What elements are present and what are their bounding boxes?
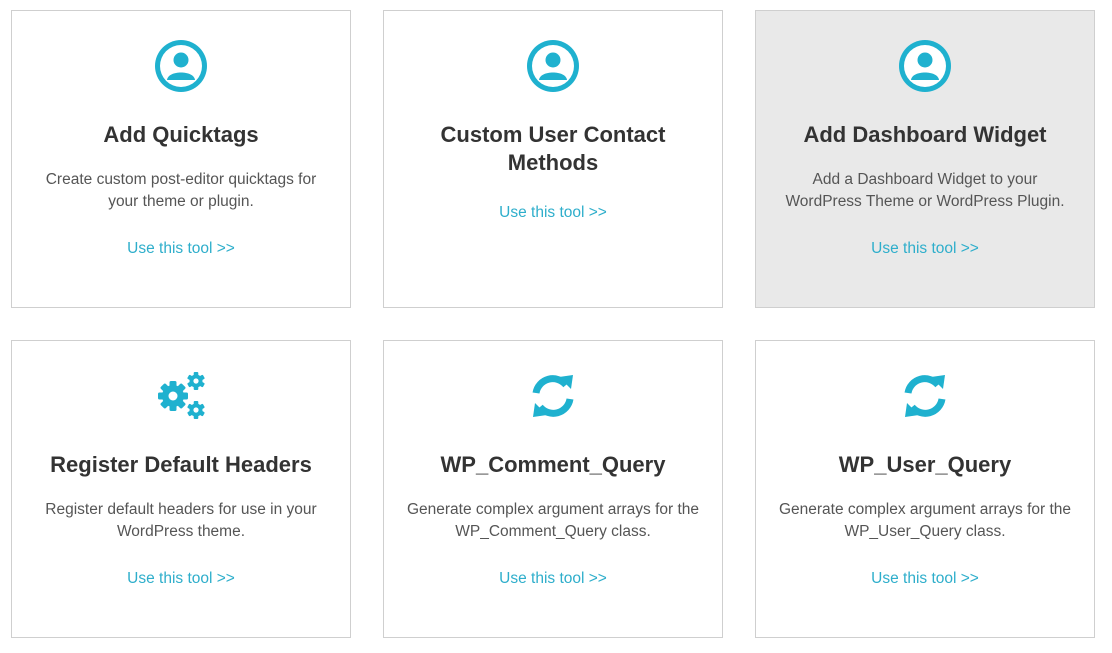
use-tool-link[interactable]: Use this tool >> [756,238,1094,260]
tool-card-wp-comment-query[interactable]: WP_Comment_Query Generate complex argume… [383,340,723,638]
tool-card-wp-user-query[interactable]: WP_User_Query Generate complex argument … [755,340,1095,638]
user-icon [527,40,579,92]
tool-description: Generate complex argument arrays for the… [778,501,1072,540]
refresh-icon [532,375,574,417]
tool-description: Generate complex argument arrays for the… [406,501,700,540]
use-tool-link[interactable]: Use this tool >> [756,568,1094,590]
tool-title: Add Quicktags [103,122,259,147]
tool-description: Create custom post-editor quicktags for … [45,171,317,210]
tool-title: WP_Comment_Query [440,452,666,477]
tool-card-custom-user-contact-methods[interactable]: Custom User Contact Methods Use this too… [383,10,723,308]
tool-title: Add Dashboard Widget [803,122,1047,147]
tools-grid: Add Quicktags Create custom post-editor … [0,0,1112,653]
gears-icon [158,372,205,419]
tool-title: Custom User Contact Methods [440,122,666,175]
tool-title: Register Default Headers [50,452,312,477]
use-tool-link[interactable]: Use this tool >> [12,238,350,260]
use-tool-link[interactable]: Use this tool >> [384,568,722,590]
tool-description: Register default headers for use in your… [45,501,317,540]
refresh-icon [904,375,946,417]
tool-title: WP_User_Query [838,452,1012,477]
use-tool-link[interactable]: Use this tool >> [12,568,350,590]
user-icon [899,40,951,92]
tool-description: Add a Dashboard Widget to your WordPress… [785,171,1065,210]
use-tool-link[interactable]: Use this tool >> [384,202,722,224]
tool-card-add-dashboard-widget[interactable]: Add Dashboard Widget Add a Dashboard Wid… [755,10,1095,308]
tool-card-add-quicktags[interactable]: Add Quicktags Create custom post-editor … [11,10,351,308]
tool-card-register-default-headers[interactable]: Register Default Headers Register defaul… [11,340,351,638]
user-icon [155,40,207,92]
